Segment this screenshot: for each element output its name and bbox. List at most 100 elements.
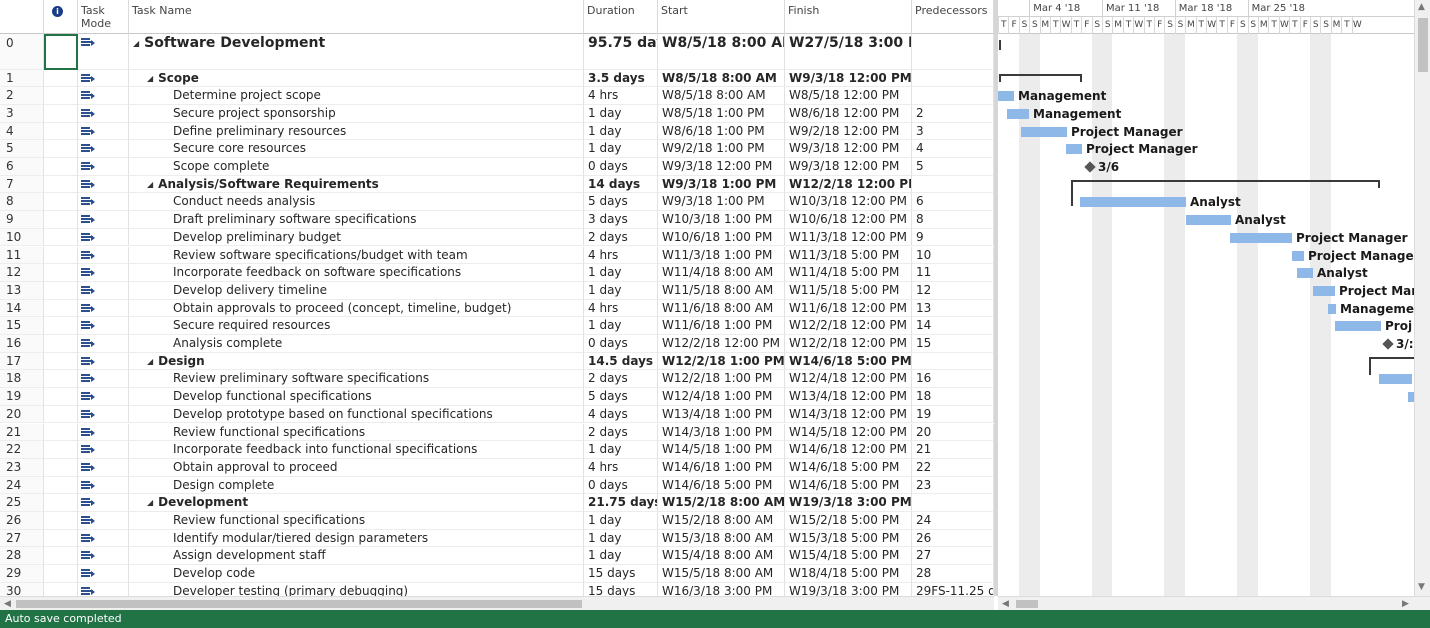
duration-cell[interactable]: 2 days <box>584 423 658 442</box>
task-mode-cell[interactable] <box>78 405 129 424</box>
row-id[interactable]: 30 <box>0 582 44 596</box>
row-id[interactable]: 2 <box>0 87 44 105</box>
start-cell[interactable]: W14/3/18 1:00 PM <box>658 423 785 442</box>
task-mode-cell[interactable] <box>78 228 129 247</box>
indicator-cell[interactable] <box>44 458 78 477</box>
task-row[interactable]: 26 Review functional specifications 1 day W… <box>0 512 994 530</box>
start-cell[interactable]: W9/3/18 12:00 PM <box>658 158 785 176</box>
row-id[interactable]: 17 <box>0 352 44 371</box>
predecessors-cell[interactable]: 4 <box>912 140 994 158</box>
start-cell[interactable]: W14/6/18 5:00 PM <box>658 476 785 495</box>
task-name-cell[interactable]: Assign development staff <box>129 547 584 566</box>
task-name-cell[interactable]: ◢ Design <box>129 352 584 371</box>
finish-cell[interactable]: W14/6/18 5:00 PM <box>785 458 912 477</box>
task-mode-cell[interactable] <box>78 158 129 176</box>
indicator-cell[interactable] <box>44 370 78 389</box>
task-name-cell[interactable]: Scope complete <box>129 158 584 176</box>
task-name-cell[interactable]: Review functional specifications <box>129 512 584 530</box>
task-mode-cell[interactable] <box>78 34 129 70</box>
milestone-diamond[interactable] <box>1382 338 1394 350</box>
row-id[interactable]: 23 <box>0 458 44 477</box>
indicator-cell[interactable] <box>44 494 78 512</box>
duration-cell[interactable]: 1 day <box>584 317 658 335</box>
start-cell[interactable]: W15/2/18 8:00 AM <box>658 512 785 530</box>
indicator-cell[interactable] <box>44 175 78 194</box>
task-name-cell[interactable]: ◢ Scope <box>129 69 584 88</box>
task-mode-cell[interactable] <box>78 547 129 566</box>
finish-cell[interactable]: W9/2/18 12:00 PM <box>785 122 912 141</box>
finish-cell[interactable]: W9/3/18 12:00 PM <box>785 158 912 176</box>
predecessors-cell[interactable] <box>912 69 994 88</box>
predecessors-cell[interactable]: 8 <box>912 211 994 229</box>
indicator-cell[interactable] <box>44 69 78 88</box>
sheet-horizontal-scrollbar[interactable]: ◀ <box>0 596 994 610</box>
duration-cell[interactable]: 2 days <box>584 370 658 389</box>
duration-cell[interactable]: 15 days <box>584 565 658 583</box>
indicator-cell[interactable] <box>44 317 78 335</box>
sheet-scroll-thumb[interactable] <box>16 600 582 608</box>
start-cell[interactable]: W16/3/18 3:00 PM <box>658 582 785 596</box>
task-mode-cell[interactable] <box>78 264 129 282</box>
row-id[interactable]: 28 <box>0 547 44 566</box>
start-cell[interactable]: W8/5/18 1:00 PM <box>658 104 785 123</box>
start-cell[interactable]: W15/2/18 8:00 AM <box>658 494 785 512</box>
duration-cell[interactable]: 0 days <box>584 476 658 495</box>
row-id[interactable]: 15 <box>0 317 44 335</box>
task-name-cell[interactable]: Define preliminary resources <box>129 122 584 141</box>
task-row[interactable]: 20 Develop prototype based on functional … <box>0 405 994 424</box>
finish-cell[interactable]: W12/4/18 12:00 PM <box>785 370 912 389</box>
finish-cell[interactable]: W11/3/18 12:00 PM <box>785 228 912 247</box>
task-mode-cell[interactable] <box>78 104 129 123</box>
predecessors-cell[interactable] <box>912 494 994 512</box>
row-id[interactable]: 4 <box>0 122 44 141</box>
duration-cell[interactable]: 2 days <box>584 228 658 247</box>
duration-cell[interactable]: 1 day <box>584 512 658 530</box>
duration-cell[interactable]: 4 days <box>584 405 658 424</box>
predecessors-cell[interactable]: 27 <box>912 547 994 566</box>
task-row[interactable]: 18 Review preliminary software specificat… <box>0 370 994 389</box>
task-bar[interactable] <box>1313 285 1335 296</box>
indicator-cell[interactable] <box>44 441 78 459</box>
duration-cell[interactable]: 1 day <box>584 122 658 141</box>
start-cell[interactable]: W12/2/18 1:00 PM <box>658 370 785 389</box>
predecessors-cell[interactable]: 3 <box>912 122 994 141</box>
task-bar[interactable] <box>998 91 1014 102</box>
task-mode-header[interactable]: Task Mode <box>78 0 129 34</box>
finish-cell[interactable]: W9/3/18 12:00 PM <box>785 69 912 88</box>
predecessors-cell[interactable] <box>912 34 994 70</box>
row-id[interactable]: 19 <box>0 388 44 406</box>
indicator-cell[interactable] <box>44 512 78 530</box>
predecessors-cell[interactable]: 20 <box>912 423 994 442</box>
task-mode-cell[interactable] <box>78 246 129 265</box>
predecessors-cell[interactable] <box>912 175 994 194</box>
start-cell[interactable]: W11/6/18 1:00 PM <box>658 317 785 335</box>
task-row[interactable]: 12 Incorporate feedback on software speci… <box>0 264 994 282</box>
row-id[interactable]: 5 <box>0 140 44 158</box>
predecessors-cell[interactable]: 18 <box>912 388 994 406</box>
start-cell[interactable]: W10/6/18 1:00 PM <box>658 228 785 247</box>
finish-cell[interactable]: W8/5/18 12:00 PM <box>785 87 912 105</box>
task-row[interactable]: 25 ◢ Development 21.75 days W15/2/18 8:00 AM… <box>0 494 994 512</box>
start-cell[interactable]: W14/5/18 1:00 PM <box>658 441 785 459</box>
row-id[interactable]: 10 <box>0 228 44 247</box>
indicator-cell[interactable] <box>44 547 78 566</box>
row-id[interactable]: 1 <box>0 69 44 88</box>
vertical-scroll-thumb[interactable] <box>1418 18 1428 72</box>
finish-cell[interactable]: W14/6/18 5:00 PM <box>785 476 912 495</box>
task-mode-cell[interactable] <box>78 352 129 371</box>
finish-cell[interactable]: W10/3/18 12:00 PM <box>785 193 912 212</box>
start-cell[interactable]: W9/3/18 1:00 PM <box>658 193 785 212</box>
task-name-cell[interactable]: Design complete <box>129 476 584 495</box>
finish-cell[interactable]: W15/4/18 5:00 PM <box>785 547 912 566</box>
indicator-cell[interactable] <box>44 264 78 282</box>
row-id[interactable]: 3 <box>0 104 44 123</box>
predecessors-cell[interactable] <box>912 87 994 105</box>
indicator-cell[interactable] <box>44 193 78 212</box>
row-id[interactable]: 9 <box>0 211 44 229</box>
duration-cell[interactable]: 0 days <box>584 335 658 353</box>
start-cell[interactable]: W14/6/18 1:00 PM <box>658 458 785 477</box>
row-id[interactable]: 24 <box>0 476 44 495</box>
row-id[interactable]: 16 <box>0 335 44 353</box>
task-mode-cell[interactable] <box>78 175 129 194</box>
finish-cell[interactable]: W19/3/18 3:00 PM <box>785 582 912 596</box>
